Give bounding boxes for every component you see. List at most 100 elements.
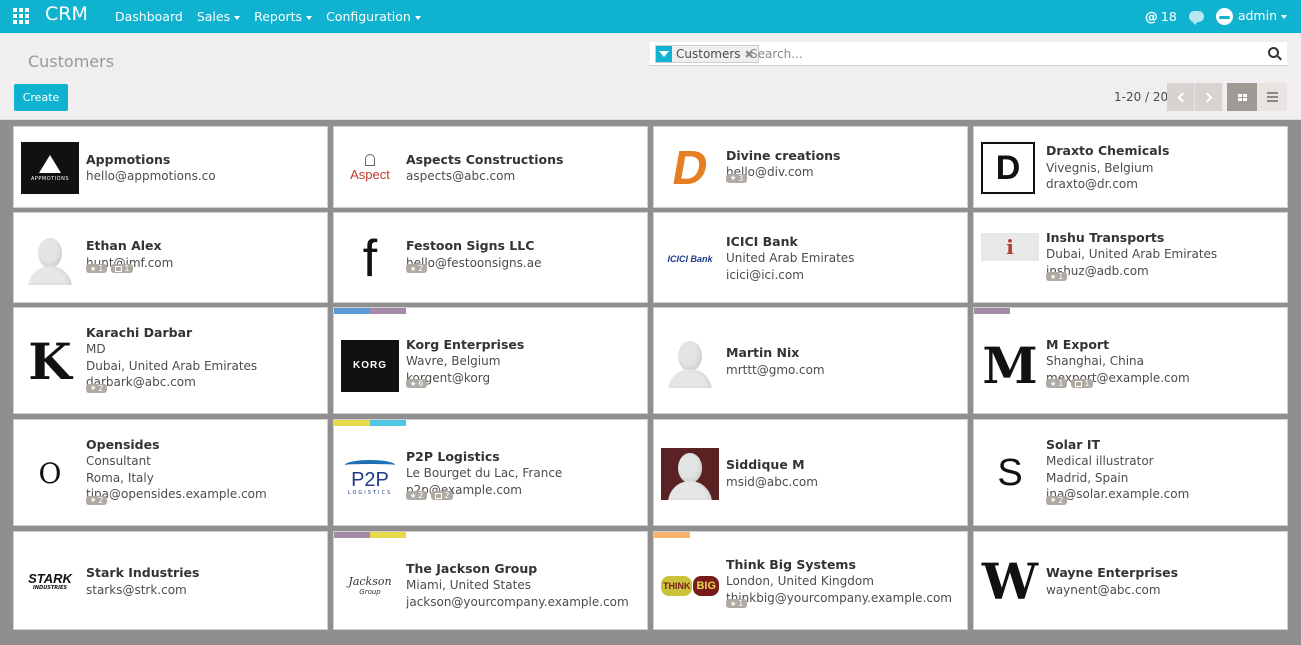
opportunity-badge[interactable]: 1 [1046,272,1068,282]
list-view-button[interactable] [1257,83,1287,111]
star-icon [730,599,736,609]
control-panel: Customers Customers ✖ Create 1-20 / 20 [0,33,1301,120]
opportunity-badge[interactable]: 1 [1046,379,1068,389]
customer-detail: Dubai, United Arab Emirates [1046,247,1218,262]
card-info: Draxto Chemicals Vivegnis, Belgium draxto@… [1046,143,1283,193]
p2p-logo-text: P2P [351,468,389,491]
customer-card[interactable]: O Opensides Consultant Roma, Italy tipa@open… [13,419,328,526]
customer-card[interactable]: Aspect Aspects Constructions aspects@abc.c… [333,126,648,208]
search-input[interactable] [750,45,1250,63]
customer-detail: msid@abc.com [726,474,818,489]
badge-count: 1 [98,264,104,273]
stark-logo-text: INDUSTRIES [33,585,67,591]
tag-color [370,420,406,426]
caret-down-icon [1281,14,1287,19]
menu-sales[interactable]: Sales [197,9,241,24]
pager-next-button[interactable] [1195,83,1223,111]
meeting-badge[interactable]: 1 [111,264,134,273]
search-icon[interactable] [1268,47,1279,58]
card-info: Appmotions hello@appmotions.co [86,152,323,185]
customer-card[interactable]: D Draxto Chemicals Vivegnis, Belgium draxto… [973,126,1288,208]
customer-name: Appmotions [86,151,171,167]
customer-name: Solar IT [1046,436,1101,452]
activity-badges: 1 [726,599,748,609]
inshu-logo: i [981,232,1039,261]
opportunity-badge[interactable]: 1 [726,599,748,609]
opportunity-badge[interactable]: 2 [406,491,428,501]
customer-name: Think Big Systems [726,556,856,572]
opensides-logo: O [21,448,79,500]
breadcrumb[interactable]: Customers [28,52,114,71]
customer-card[interactable]: KORG Korg Enterprises Wavre, Belgium korgen… [333,307,648,414]
user-menu[interactable]: admin [1215,8,1287,25]
customer-detail: inshuz@adb.com [1046,263,1149,278]
divine-logo-text: D [667,142,713,194]
customer-detail: icici@ici.com [726,267,804,282]
chevron-left-icon [1177,92,1187,102]
jackson-logo: Jackson Group [341,560,399,612]
search-facet[interactable]: Customers ✖ [655,45,759,63]
activity-badges: 2 [86,495,108,505]
create-button[interactable]: Create [14,84,68,111]
korg-logo: KORG [341,339,399,392]
customer-name: Stark Industries [86,565,200,580]
customer-card[interactable]: P2P LOGISTICS P2P Logistics Le Bourget du L… [333,419,648,526]
menu-dashboard[interactable]: Dashboard [115,9,183,24]
meeting-badge[interactable]: 1 [1071,379,1094,389]
thinkbig-logo-text: THINK [661,575,693,596]
opportunity-badge[interactable]: 6 [406,379,428,389]
customer-name: Siddique M [726,457,805,472]
tag-color [334,308,370,314]
customer-card[interactable]: Martin Nix mrttt@gmo.com [653,307,968,414]
star-icon [90,495,96,505]
thinkbig-logo-text: BIG [693,575,719,596]
customer-card[interactable]: i Inshu Transports Dubai, United Arab Emir… [973,212,1288,303]
customer-card[interactable]: f Festoon Signs LLC hello@festoonsigns.ae2 [333,212,648,303]
customer-card[interactable]: Ethan Alexhunt@imf.com11 [13,212,328,303]
activity-badges: 3 [726,173,748,183]
star-icon [90,383,96,393]
opportunity-badge[interactable]: 1 [86,264,108,274]
card-info: Martin Nix mrttt@gmo.com [726,345,963,378]
opportunity-badge[interactable]: 2 [86,495,108,505]
tag-color [334,532,370,538]
activity-badges: 11 [1046,379,1094,389]
customer-card[interactable]: W Wayne Enterprises waynent@abc.com [973,531,1288,630]
star-icon [410,379,416,389]
top-navbar: CRM Dashboard Sales Reports Configuratio… [0,0,1301,33]
mentions-button[interactable]: @18 [1145,9,1177,25]
customer-name: Draxto Chemicals [1046,143,1170,159]
opportunity-badge[interactable]: 3 [726,173,748,183]
star-icon [90,264,96,274]
customer-card[interactable]: THINK BIG Think Big Systems London, United … [653,531,968,630]
pager-value[interactable]: 1-20 / 20 [1114,90,1168,104]
card-info: Karachi Darbar MD Dubai, United Arab Emira… [86,325,323,391]
opportunity-badge[interactable]: 2 [406,264,428,273]
meeting-badge[interactable]: 2 [431,491,454,501]
customer-card[interactable]: D Divine creations hello@div.com3 [653,126,968,208]
stark-logo: STARK INDUSTRIES [21,556,79,608]
customer-card[interactable]: MM Export Shanghai, China mexport@example.… [973,307,1288,414]
customer-card[interactable]: ICICI Bank ICICI Bank United Arab Emirates… [653,212,968,303]
customer-card[interactable]: S Solar IT Medical illustrator Madrid, Spai… [973,419,1288,526]
card-info: Siddique M msid@abc.com [726,457,963,490]
customer-card[interactable]: Jackson Group The Jackson Group Miami, Unit… [333,531,648,630]
customer-name: P2P Logistics [406,448,500,464]
customer-card[interactable]: APPMOTIONS Appmotions hello@appmotions.co [13,126,328,208]
customer-card[interactable]: STARK INDUSTRIES Stark Industries starks@st… [13,531,328,630]
pager-previous-button[interactable] [1167,83,1195,111]
apps-grid-icon[interactable] [13,8,30,24]
customer-card[interactable]: K Karachi Darbar MD Dubai, United Arab Emir… [13,307,328,414]
appmotions-logo: APPMOTIONS [21,142,79,194]
badge-count: 2 [444,491,450,501]
opportunity-badge[interactable]: 2 [86,383,108,393]
menu-reports[interactable]: Reports [254,9,313,24]
kanban-view-button[interactable] [1227,83,1257,111]
customer-detail: hello@appmotions.co [86,169,216,183]
divine-logo: D [661,142,719,194]
chat-icon[interactable] [1188,11,1204,25]
menu-configuration[interactable]: Configuration [326,9,421,24]
customer-detail: mrttt@gmo.com [726,362,825,377]
opportunity-badge[interactable]: 2 [1046,495,1068,505]
customer-card[interactable]: Siddique M msid@abc.com [653,419,968,526]
